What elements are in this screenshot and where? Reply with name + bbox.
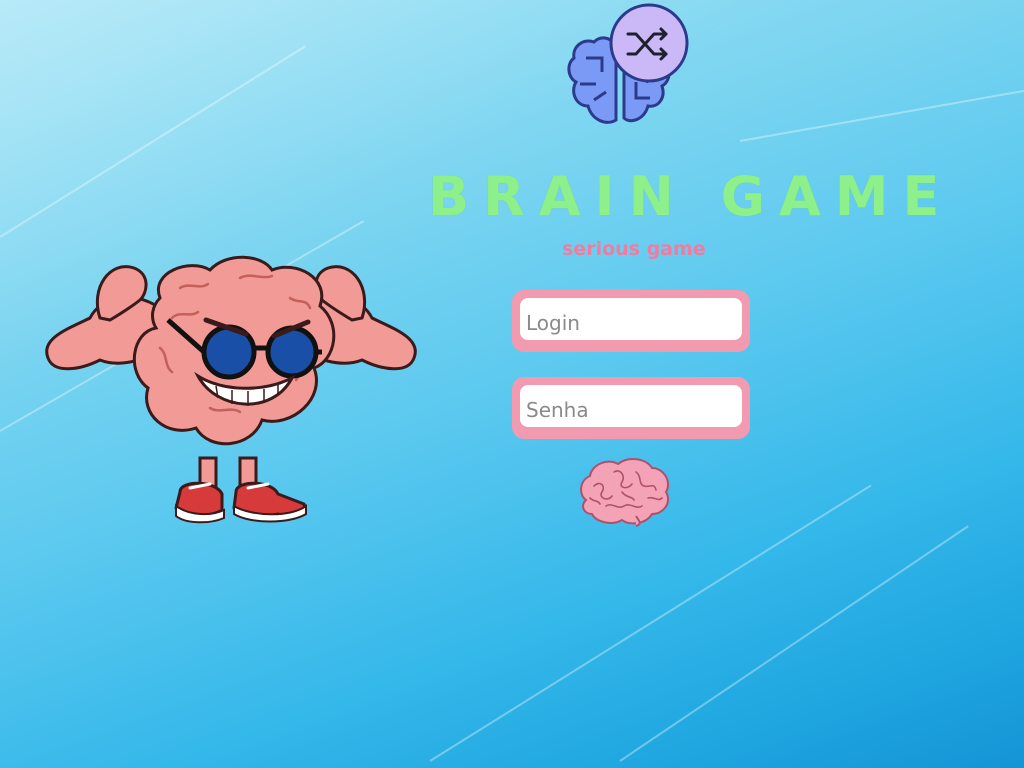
password-field-frame [512, 377, 750, 439]
app-title: BRAIN GAME [428, 165, 954, 228]
background-streak [619, 525, 969, 762]
brain-submit-button[interactable] [576, 456, 672, 528]
brain-shuffle-logo [566, 2, 696, 136]
brain-shuffle-icon [567, 3, 689, 124]
password-input[interactable] [520, 385, 742, 427]
app-subtitle: serious game [562, 238, 706, 260]
login-input[interactable] [520, 298, 742, 340]
brain-icon [580, 458, 670, 527]
muscular-brain-mascot-icon [45, 255, 417, 524]
background-streak [739, 87, 1024, 142]
login-field-frame [512, 290, 750, 352]
muscular-brain-mascot [40, 248, 422, 534]
background-streak [0, 45, 306, 238]
